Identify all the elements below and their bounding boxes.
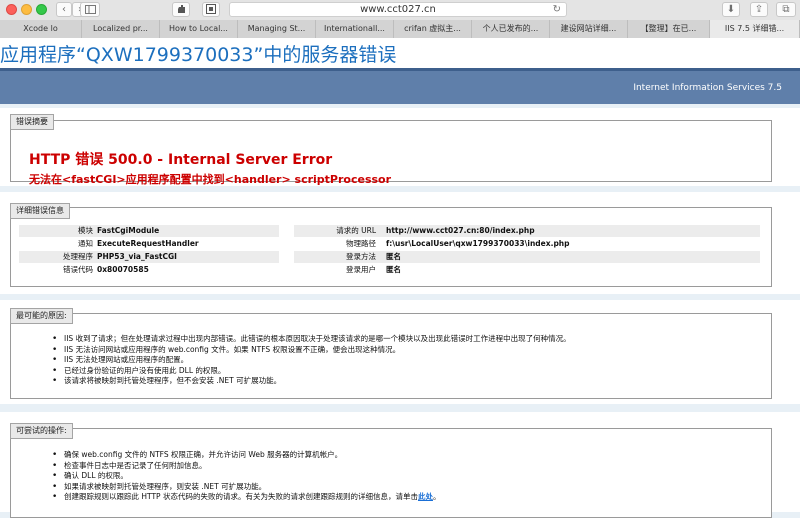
detail-value: 匿名	[386, 252, 401, 261]
minimize-window-button[interactable]	[21, 4, 32, 15]
detail-key: 登录用户	[346, 265, 376, 274]
tab-6[interactable]: crifan 虚拟主...	[394, 20, 472, 38]
tab-7[interactable]: 个人已发布的...	[472, 20, 550, 38]
sidebar-button[interactable]	[80, 2, 100, 17]
share-icon: ⇪	[754, 4, 764, 15]
tab-3[interactable]: How to Local...	[160, 20, 238, 38]
detail-key: 通知	[78, 239, 93, 248]
back-button[interactable]: ‹	[56, 2, 72, 17]
list-item: 检查事件日志中是否记录了任何附加信息。	[52, 461, 440, 472]
summary-section: HTTP 错误 500.0 - Internal Server Error 无法…	[0, 108, 800, 186]
list-item: IIS 无法访问网站或应用程序的 web.config 文件。如果 NTFS 权…	[52, 345, 571, 356]
detail-value: ExecuteRequestHandler	[97, 239, 199, 248]
browser-chrome: ‹ › ⊕ www.cct027.cn ↻ ⬇ ⇪ ⧉ Xcode lo Loc…	[0, 0, 800, 39]
actions-section: 可尝试的操作: 确保 web.config 文件的 NTFS 权限正确，并允许访…	[0, 412, 800, 518]
list-item: IIS 无法处理网站或应用程序的配置。	[52, 355, 571, 366]
page-title: 应用程序“QXW1799370033”中的服务器错误	[0, 44, 397, 66]
detail-key: 处理程序	[63, 252, 93, 261]
tab-10-active[interactable]: IIS 7.5 详细错...	[710, 20, 800, 38]
detail-value: 0x80070585	[97, 265, 149, 274]
detail-row: 处理程序 PHP53_via_FastCGI	[19, 251, 279, 263]
download-icon: ⬇	[726, 4, 736, 15]
causes-list: IIS 收到了请求；但在处理请求过程中出现内部错误。此错误的根本原因取决于处理该…	[52, 334, 571, 387]
product-name: Internet Information Services 7.5	[633, 83, 782, 93]
url-text: www.cct027.cn	[360, 4, 436, 15]
detail-value: PHP53_via_FastCGI	[97, 252, 177, 261]
summary-legend: 错误摘要	[10, 114, 54, 130]
tab-8[interactable]: 建设网站详细...	[550, 20, 628, 38]
tab-label: Xcode lo	[23, 24, 58, 33]
address-bar[interactable]: www.cct027.cn ↻	[229, 2, 567, 17]
tab-label: IIS 7.5 详细错...	[724, 24, 785, 33]
browser-toolbar: ‹ › ⊕ www.cct027.cn ↻ ⬇ ⇪ ⧉	[0, 0, 800, 20]
list-item: 如果请求被映射到托管处理程序，则安装 .NET 可扩展功能。	[52, 482, 440, 493]
zoom-window-button[interactable]	[36, 4, 47, 15]
causes-legend: 最可能的原因:	[10, 308, 73, 324]
tab-label: 建设网站详细...	[560, 24, 617, 33]
tab-label: Localized pr...	[93, 24, 148, 33]
detail-row: 错误代码 0x80070585	[19, 264, 279, 276]
detail-key: 登录方法	[346, 252, 376, 261]
tab-label: Internationall...	[324, 24, 385, 33]
close-window-button[interactable]	[6, 4, 17, 15]
detail-row: 登录方法 匿名	[294, 251, 760, 263]
downloads-button[interactable]: ⬇	[722, 2, 740, 17]
detail-key: 模块	[78, 226, 93, 235]
tab-1[interactable]: Xcode lo	[0, 20, 82, 38]
share-button[interactable]: ⇪	[750, 2, 768, 17]
sidebar-icon	[84, 5, 96, 14]
tab-label: crifan 虚拟主...	[404, 24, 461, 33]
detail-key: 请求的 URL	[336, 226, 376, 235]
list-item-text: 创建跟踪规则以跟踪此 HTTP 状态代码的失败的请求。有关为失败的请求创建跟踪规…	[64, 492, 418, 501]
detail-value: http://www.cct027.cn:80/index.php	[386, 226, 535, 235]
actions-list: 确保 web.config 文件的 NTFS 权限正确，并允许访问 Web 服务…	[52, 450, 440, 503]
tabs-overview-button[interactable]: ⧉	[776, 2, 796, 17]
error-message: 无法在<fastCGI>应用程序配置中找到<handler> scriptPro…	[29, 173, 392, 186]
list-item: 已经过身份验证的用户没有使用此 DLL 的权限。	[52, 366, 571, 377]
detail-value: f:\usr\LocalUser\qxw1799370033\index.php	[386, 239, 570, 248]
detail-row: 请求的 URL http://www.cct027.cn:80/index.ph…	[294, 225, 760, 237]
list-item: 确认 DLL 的权限。	[52, 471, 440, 482]
details-legend: 详细错误信息	[10, 203, 70, 219]
tab-label: Managing St...	[247, 24, 306, 33]
product-band: Internet Information Services 7.5	[0, 68, 800, 104]
hand-stop-icon	[177, 5, 185, 13]
tabs-icon: ⧉	[782, 4, 790, 15]
list-item-with-link: 创建跟踪规则以跟踪此 HTTP 状态代码的失败的请求。有关为失败的请求创建跟踪规…	[52, 492, 440, 503]
page-header: 应用程序“QXW1799370033”中的服务器错误	[0, 38, 800, 68]
actions-legend: 可尝试的操作:	[10, 423, 73, 439]
reader-icon	[206, 4, 216, 14]
detail-row: 模块 FastCgiModule	[19, 225, 279, 237]
detail-key: 错误代码	[63, 265, 93, 274]
tab-2[interactable]: Localized pr...	[82, 20, 160, 38]
list-item: IIS 收到了请求；但在处理请求过程中出现内部错误。此错误的根本原因取决于处理该…	[52, 334, 571, 345]
detail-value: FastCgiModule	[97, 226, 160, 235]
causes-section: 最可能的原因: IIS 收到了请求；但在处理请求过程中出现内部错误。此错误的根本…	[0, 300, 800, 404]
tab-5[interactable]: Internationall...	[316, 20, 394, 38]
list-item-end: 。	[432, 492, 441, 501]
details-section: 模块 FastCgiModule 通知 ExecuteRequestHandle…	[0, 192, 800, 294]
detail-row: 登录用户 匿名	[294, 264, 760, 276]
share-tab-button[interactable]	[172, 2, 190, 17]
tab-4[interactable]: Managing St...	[238, 20, 316, 38]
list-item: 该请求将被映射到托管处理程序，但不会安装 .NET 可扩展功能。	[52, 376, 571, 387]
detail-key: 物理路径	[346, 239, 376, 248]
tab-bar: Xcode lo Localized pr... How to Local...…	[0, 20, 800, 38]
detail-value: 匿名	[386, 265, 401, 274]
detail-row: 物理路径 f:\usr\LocalUser\qxw1799370033\inde…	[294, 238, 760, 250]
reload-icon[interactable]: ↻	[553, 3, 561, 16]
details-box: 模块 FastCgiModule 通知 ExecuteRequestHandle…	[10, 207, 772, 287]
tab-9[interactable]: 【整理】在已...	[628, 20, 710, 38]
tab-label: 个人已发布的...	[482, 24, 539, 33]
error-title: HTTP 错误 500.0 - Internal Server Error	[29, 152, 333, 168]
reader-button[interactable]	[202, 2, 220, 17]
tab-label: 【整理】在已...	[640, 24, 697, 33]
chevron-left-icon: ‹	[62, 4, 66, 15]
help-link[interactable]: 此处	[418, 492, 433, 501]
detail-row: 通知 ExecuteRequestHandler	[19, 238, 279, 250]
list-item: 确保 web.config 文件的 NTFS 权限正确，并允许访问 Web 服务…	[52, 450, 440, 461]
tab-label: How to Local...	[169, 24, 228, 33]
summary-box: HTTP 错误 500.0 - Internal Server Error 无法…	[10, 120, 772, 186]
